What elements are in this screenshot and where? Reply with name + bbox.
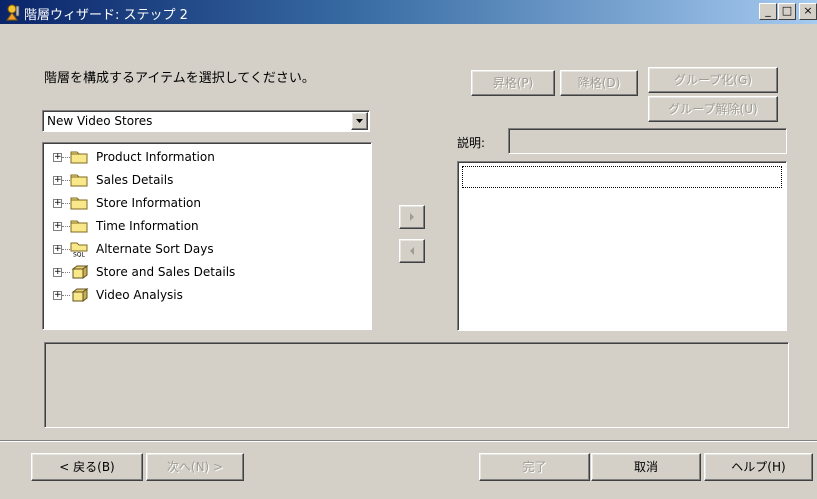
selected-items-list[interactable] xyxy=(457,161,787,331)
tree-item-label: Sales Details xyxy=(96,173,174,187)
tree-item-label: Time Information xyxy=(96,219,199,233)
expand-icon[interactable]: + xyxy=(53,176,62,185)
expand-icon[interactable]: + xyxy=(53,245,62,254)
expand-icon[interactable]: + xyxy=(53,291,62,300)
right-arrow-icon xyxy=(410,213,414,221)
folder-icon xyxy=(70,151,88,164)
info-panel xyxy=(44,342,789,428)
add-item-button[interactable] xyxy=(399,205,425,229)
source-combo[interactable]: New Video Stores xyxy=(42,110,370,132)
description-label: 説明: xyxy=(457,136,486,150)
remove-item-button[interactable] xyxy=(399,239,425,263)
group-button[interactable]: グループ化(G) xyxy=(648,67,778,93)
finish-button[interactable]: 完了 xyxy=(479,453,590,481)
list-focus-row[interactable] xyxy=(462,166,782,188)
folder-icon xyxy=(70,197,88,210)
tree-item-label: Store and Sales Details xyxy=(96,265,236,279)
join-folder-icon xyxy=(71,288,89,302)
expand-icon[interactable]: + xyxy=(53,153,62,162)
close-button[interactable]: × xyxy=(799,3,817,20)
dropdown-arrow-icon[interactable] xyxy=(351,112,368,130)
expand-icon[interactable]: + xyxy=(53,199,62,208)
description-field[interactable] xyxy=(508,128,787,154)
tree-item-label: Video Analysis xyxy=(96,288,183,302)
footer-separator xyxy=(0,440,817,442)
item-tree[interactable]: + Product Information + Sales Details + … xyxy=(42,142,372,330)
next-button[interactable]: 次へ(N) > xyxy=(146,453,244,481)
expand-icon[interactable]: + xyxy=(53,268,62,277)
tree-item-label: Store Information xyxy=(96,196,201,210)
move-up-button[interactable]: 昇格(P) xyxy=(471,70,555,96)
maximize-button[interactable]: □ xyxy=(778,3,796,20)
tree-item-label: Product Information xyxy=(96,150,215,164)
cancel-button[interactable]: 取消 xyxy=(591,453,701,481)
help-button[interactable]: ヘルプ(H) xyxy=(704,453,813,481)
title-bar: 階層ウィザード: ステップ 2 _ □ × xyxy=(0,0,817,24)
move-down-button[interactable]: 降格(D) xyxy=(560,70,638,96)
sql-folder-icon: SQL xyxy=(70,242,88,258)
folder-icon xyxy=(70,220,88,233)
window-title: 階層ウィザード: ステップ 2 xyxy=(24,8,188,23)
back-button[interactable]: < 戻る(B) xyxy=(31,453,143,481)
tree-item-label: Alternate Sort Days xyxy=(96,242,214,256)
ungroup-button[interactable]: グループ解除(U) xyxy=(648,96,778,122)
svg-text:SQL: SQL xyxy=(73,252,86,258)
expand-icon[interactable]: + xyxy=(53,222,62,231)
folder-icon xyxy=(70,174,88,187)
wizard-icon xyxy=(6,4,20,21)
left-arrow-icon xyxy=(410,247,414,255)
minimize-button[interactable]: _ xyxy=(759,3,777,20)
join-folder-icon xyxy=(71,265,89,279)
source-combo-value: New Video Stores xyxy=(47,114,153,128)
instruction-text: 階層を構成するアイテムを選択してください。 xyxy=(44,71,315,86)
